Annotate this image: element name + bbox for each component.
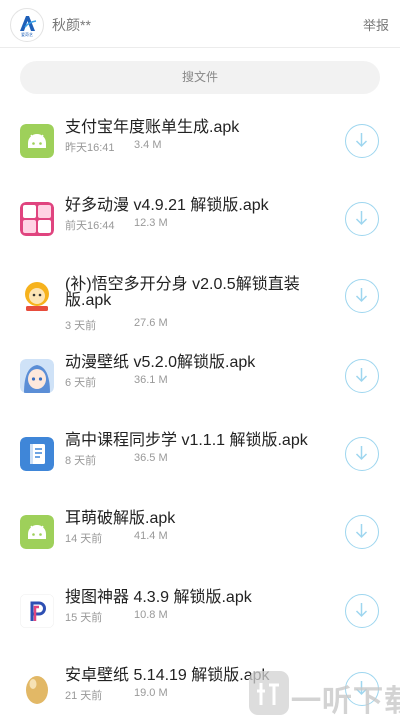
- watermark-text: 一听下载: [291, 685, 400, 718]
- download-arrow-icon: [355, 446, 368, 461]
- file-meta: 14 天前 41.4 M: [65, 530, 168, 546]
- download-arrow-icon: [355, 211, 368, 226]
- download-arrow-icon: [355, 288, 368, 303]
- file-time: 6 天前: [65, 377, 97, 389]
- file-time: 14 天前: [65, 533, 103, 545]
- file-meta: 21 天前 19.0 M: [65, 687, 168, 703]
- file-time: 昨天16:41: [65, 142, 115, 154]
- watermark-logo-icon: [249, 671, 289, 715]
- file-time: 15 天前: [65, 612, 103, 624]
- list-item[interactable]: 高中课程同步学 v1.1.1 解锁版.apk 8 天前 36.5 M: [0, 433, 400, 511]
- user-name: 秋颜**: [52, 17, 91, 33]
- file-name[interactable]: 耳萌破解版.apk: [65, 511, 330, 527]
- file-name[interactable]: (补)悟空多开分身 v2.0.5解锁直装版.apk: [65, 277, 330, 309]
- file-size: 19.0 M: [134, 687, 168, 699]
- list-item[interactable]: 动漫壁纸 v5.2.0解锁版.apk 6 天前 36.1 M: [0, 355, 400, 433]
- wukong-icon: [20, 279, 54, 313]
- file-name[interactable]: 好多动漫 v4.9.21 解锁版.apk: [65, 198, 330, 214]
- list-item[interactable]: 搜图神器 4.3.9 解锁版.apk 15 天前 10.8 M: [0, 590, 400, 668]
- file-meta: 昨天16:41 3.4 M: [65, 139, 162, 155]
- download-arrow-icon: [355, 368, 368, 383]
- download-button[interactable]: [345, 202, 379, 236]
- file-name[interactable]: 动漫壁纸 v5.2.0解锁版.apk: [65, 355, 330, 371]
- file-size: 12.3 M: [134, 217, 168, 229]
- file-time: 3 天前: [65, 320, 97, 332]
- top-bar: 爱奇艺 秋颜** 举报: [0, 0, 400, 48]
- file-meta: 3 天前 27.6 M: [65, 317, 168, 333]
- android-icon: [20, 515, 54, 549]
- list-item[interactable]: 耳萌破解版.apk 14 天前 41.4 M: [0, 511, 400, 589]
- download-button[interactable]: [345, 594, 379, 628]
- download-button[interactable]: [345, 515, 379, 549]
- download-arrow-icon: [355, 524, 368, 539]
- file-time: 8 天前: [65, 455, 97, 467]
- download-button[interactable]: [345, 124, 379, 158]
- list-item[interactable]: 支付宝年度账单生成.apk 昨天16:41 3.4 M: [0, 120, 400, 198]
- haoduo-dongman-icon: [20, 202, 54, 236]
- file-name[interactable]: 高中课程同步学 v1.1.1 解锁版.apk: [65, 433, 330, 449]
- report-link[interactable]: 举报: [363, 15, 389, 34]
- p-logo-icon: [20, 594, 54, 628]
- download-button[interactable]: [345, 279, 379, 313]
- download-arrow-icon: [355, 603, 368, 618]
- file-size: 36.5 M: [134, 452, 168, 464]
- file-meta: 8 天前 36.5 M: [65, 452, 168, 468]
- file-size: 41.4 M: [134, 530, 168, 542]
- file-size: 3.4 M: [134, 139, 162, 151]
- file-meta: 6 天前 36.1 M: [65, 374, 168, 390]
- search-files-button[interactable]: 搜文件: [20, 61, 380, 94]
- file-time: 21 天前: [65, 690, 103, 702]
- list-item[interactable]: 好多动漫 v4.9.21 解锁版.apk 前天16:44 12.3 M: [0, 198, 400, 276]
- download-button[interactable]: [345, 437, 379, 471]
- android-icon: [20, 124, 54, 158]
- file-time: 前天16:44: [65, 220, 115, 232]
- download-arrow-icon: [355, 133, 368, 148]
- file-size: 36.1 M: [134, 374, 168, 386]
- file-name[interactable]: 搜图神器 4.3.9 解锁版.apk: [65, 590, 330, 606]
- app-logo: 爱奇艺: [10, 8, 44, 42]
- list-item[interactable]: (补)悟空多开分身 v2.0.5解锁直装版.apk 3 天前 27.6 M: [0, 277, 400, 355]
- file-size: 27.6 M: [134, 317, 168, 329]
- egg-icon: [20, 672, 54, 706]
- file-size: 10.8 M: [134, 609, 168, 621]
- document-icon: [20, 437, 54, 471]
- file-name[interactable]: 支付宝年度账单生成.apk: [65, 120, 330, 136]
- download-button[interactable]: [345, 359, 379, 393]
- logo-text: 爱奇艺: [21, 32, 33, 37]
- file-meta: 前天16:44 12.3 M: [65, 217, 168, 233]
- anime-girl-icon: [20, 359, 54, 393]
- file-meta: 15 天前 10.8 M: [65, 609, 168, 625]
